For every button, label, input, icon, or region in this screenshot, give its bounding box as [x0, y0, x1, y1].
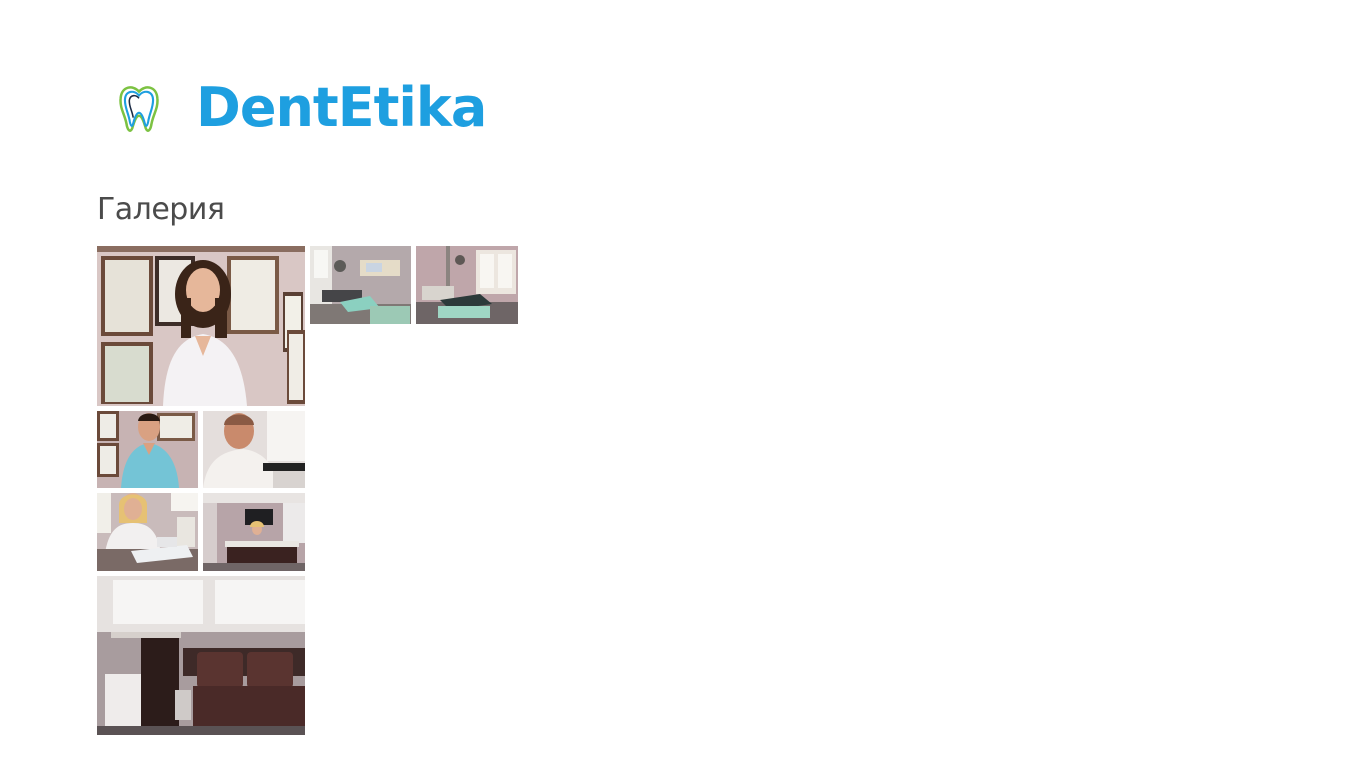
brand-name: DentEtika: [196, 76, 487, 139]
gallery-image-dental-room-1[interactable]: [310, 246, 411, 324]
gallery-image-doctor-woman[interactable]: [97, 246, 305, 406]
gallery-title: Галерия: [97, 192, 225, 227]
photo-dental-room-2: [416, 246, 518, 324]
gallery-image-receptionist[interactable]: [97, 493, 198, 571]
photo-dental-room-1: [310, 246, 411, 324]
photo-dentist-man-desk: [203, 411, 305, 488]
gallery-image-office-desk[interactable]: [203, 493, 305, 571]
tooth-logo-icon: [119, 86, 159, 132]
photo-office-desk: [203, 493, 305, 571]
photo-doctor-woman: [97, 246, 305, 406]
photo-receptionist: [97, 493, 198, 571]
photo-waiting-room: [97, 576, 305, 735]
site-logo-link[interactable]: DentEtika: [110, 72, 487, 144]
photo-dentist-man-scrubs: [97, 411, 198, 488]
gallery-image-dental-room-2[interactable]: [416, 246, 518, 324]
gallery-image-dentist-man-desk[interactable]: [203, 411, 305, 488]
gallery-image-dentist-man-scrubs[interactable]: [97, 411, 198, 488]
gallery-image-waiting-room[interactable]: [97, 576, 305, 735]
page: DentEtika Галерия: [0, 0, 1366, 768]
